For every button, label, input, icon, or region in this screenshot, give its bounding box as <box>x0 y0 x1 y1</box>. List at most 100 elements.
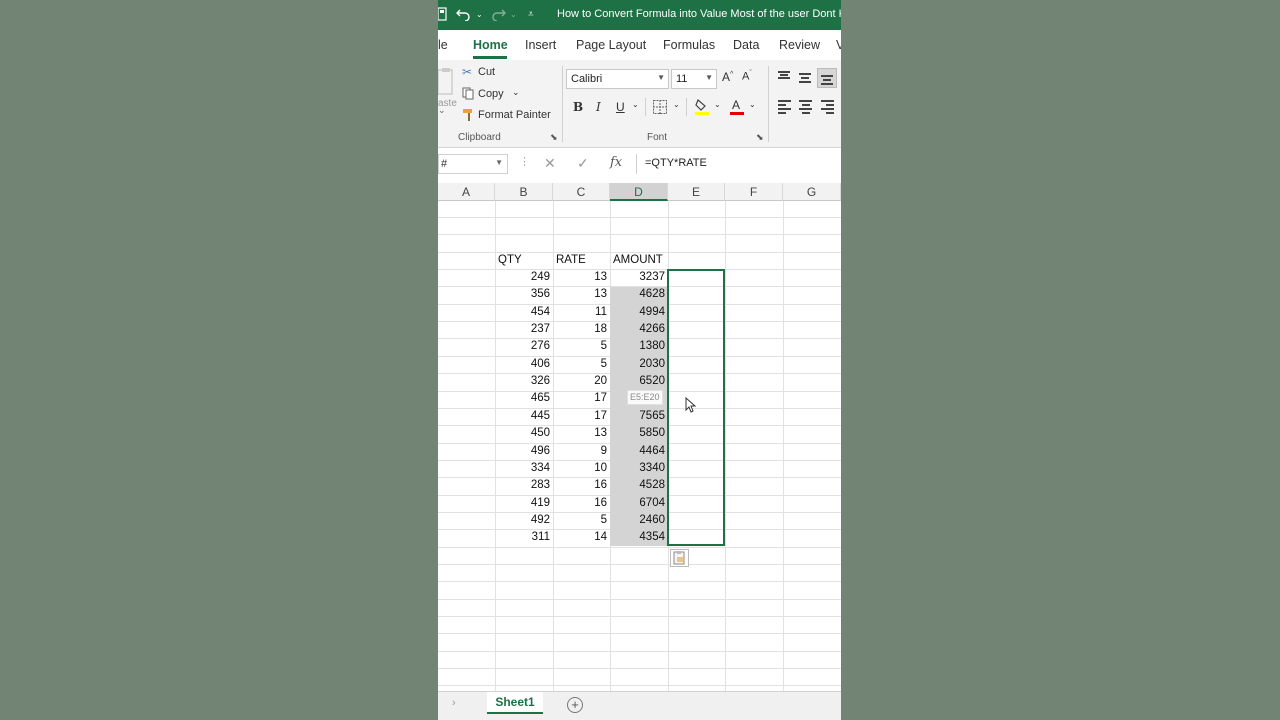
cell-qty[interactable]: 249 <box>495 269 553 286</box>
format-painter-button[interactable]: Format Painter <box>462 108 562 124</box>
cell-rate[interactable]: 11 <box>553 304 610 321</box>
header-qty[interactable]: QTY <box>495 252 553 269</box>
add-sheet-icon[interactable]: + <box>567 697 583 713</box>
tab-page-layout[interactable]: Page Layout <box>576 38 646 52</box>
tab-home[interactable]: Home <box>473 38 508 52</box>
undo-icon[interactable] <box>456 7 472 23</box>
cell-amount[interactable]: 5850 <box>610 425 668 442</box>
increase-font-size-icon[interactable]: A^ <box>722 70 733 84</box>
clipboard-launcher-icon[interactable]: ⬊ <box>550 132 558 143</box>
save-icon[interactable] <box>438 7 448 23</box>
column-header-f[interactable]: F <box>725 183 783 201</box>
bottom-align-button[interactable] <box>817 68 837 88</box>
column-header-a[interactable]: A <box>438 183 495 201</box>
align-left-button[interactable] <box>778 100 792 114</box>
cancel-icon[interactable]: ✕ <box>544 155 556 172</box>
cell-rate[interactable]: 9 <box>553 443 610 460</box>
cell-qty[interactable]: 406 <box>495 356 553 373</box>
cell-rate[interactable]: 14 <box>553 529 610 546</box>
cell-qty[interactable]: 450 <box>495 425 553 442</box>
cell-rate[interactable]: 16 <box>553 477 610 494</box>
copy-button[interactable]: Copy ⌄ <box>462 87 542 103</box>
column-header-c[interactable]: C <box>553 183 610 201</box>
cell-amount[interactable]: 2030 <box>610 356 668 373</box>
customize-toolbar-icon[interactable]: ⩡ <box>528 7 534 23</box>
redo-icon[interactable] <box>490 7 506 23</box>
cell-rate[interactable]: 5 <box>553 512 610 529</box>
cell-qty[interactable]: 445 <box>495 408 553 425</box>
cell-amount[interactable]: 1380 <box>610 338 668 355</box>
cell-amount[interactable]: 6704 <box>610 495 668 512</box>
cell-amount[interactable]: 3237 <box>610 269 668 286</box>
italic-button[interactable]: I <box>596 100 601 114</box>
copy-dropdown-icon[interactable]: ⌄ <box>512 87 520 98</box>
borders-dropdown-icon[interactable]: ⌄ <box>673 100 680 109</box>
cell-rate[interactable]: 13 <box>553 425 610 442</box>
cell-rate[interactable]: 5 <box>553 338 610 355</box>
formula-input[interactable]: =QTY*RATE <box>636 154 841 174</box>
cell-qty[interactable]: 465 <box>495 390 553 407</box>
font-size-select[interactable]: 11 ▼ <box>671 69 717 89</box>
cell-amount[interactable]: 7565 <box>610 408 668 425</box>
cell-rate[interactable]: 13 <box>553 286 610 303</box>
redo-dropdown-icon[interactable]: ⌄ <box>510 7 517 23</box>
middle-align-button[interactable] <box>799 72 813 84</box>
align-center-button[interactable] <box>799 100 813 114</box>
cell-amount[interactable]: 2460 <box>610 512 668 529</box>
cell-qty[interactable]: 334 <box>495 460 553 477</box>
tab-data[interactable]: Data <box>733 38 759 52</box>
sheet-nav-right-icon[interactable]: › <box>452 697 456 709</box>
header-amount[interactable]: AMOUNT <box>610 252 668 269</box>
align-right-button[interactable] <box>821 100 835 114</box>
fill-color-icon[interactable] <box>695 98 709 119</box>
cell-rate[interactable]: 5 <box>553 356 610 373</box>
font-launcher-icon[interactable]: ⬊ <box>756 132 764 143</box>
underline-dropdown-icon[interactable]: ⌄ <box>632 100 639 109</box>
cell-qty[interactable]: 276 <box>495 338 553 355</box>
undo-dropdown-icon[interactable]: ⌄ <box>476 7 483 23</box>
cell-qty[interactable]: 454 <box>495 304 553 321</box>
cell-rate[interactable]: 10 <box>553 460 610 477</box>
header-rate[interactable]: RATE <box>553 252 610 269</box>
tab-review[interactable]: Review <box>779 38 820 52</box>
cell-qty[interactable]: 311 <box>495 529 553 546</box>
cell-rate[interactable]: 18 <box>553 321 610 338</box>
tab-view[interactable]: V <box>836 38 841 52</box>
insert-function-icon[interactable]: fx <box>610 155 622 170</box>
column-header-e[interactable]: E <box>668 183 725 201</box>
tab-file[interactable]: le <box>438 38 448 52</box>
cell-qty[interactable]: 237 <box>495 321 553 338</box>
cell-amount[interactable]: 4528 <box>610 477 668 494</box>
cell-amount[interactable]: 4994 <box>610 304 668 321</box>
fill-color-dropdown-icon[interactable]: ⌄ <box>714 100 721 109</box>
more-options-icon[interactable]: ⋮ <box>519 155 530 168</box>
cut-button[interactable]: ✂ Cut <box>462 65 522 81</box>
cell-amount[interactable]: 3340 <box>610 460 668 477</box>
cell-qty[interactable]: 496 <box>495 443 553 460</box>
bold-button[interactable]: B <box>573 100 583 114</box>
top-align-button[interactable] <box>778 71 792 83</box>
tab-insert[interactable]: Insert <box>525 38 556 52</box>
cell-amount[interactable]: 4266 <box>610 321 668 338</box>
cell-rate[interactable]: 17 <box>553 408 610 425</box>
paste-options-icon[interactable] <box>670 549 689 567</box>
cell-qty[interactable]: 283 <box>495 477 553 494</box>
cell-rate[interactable]: 13 <box>553 269 610 286</box>
decrease-font-size-icon[interactable]: Aˇ <box>742 70 752 83</box>
font-color-dropdown-icon[interactable]: ⌄ <box>749 100 756 109</box>
sheet-tab-sheet1[interactable]: Sheet1 <box>487 692 543 714</box>
cell-amount[interactable]: 4464 <box>610 443 668 460</box>
cell-amount[interactable]: 4354 <box>610 529 668 546</box>
cell-qty[interactable]: 356 <box>495 286 553 303</box>
font-name-select[interactable]: Calibri ▼ <box>566 69 669 89</box>
column-header-g[interactable]: G <box>783 183 841 201</box>
enter-icon[interactable]: ✓ <box>577 155 589 172</box>
cell-qty[interactable]: 326 <box>495 373 553 390</box>
cell-amount[interactable]: 6520 <box>610 373 668 390</box>
worksheet-grid[interactable]: A B C D E F G QTY RATE AMOUNT 249 13 3237 3… <box>438 183 841 691</box>
tab-formulas[interactable]: Formulas <box>663 38 715 52</box>
underline-button[interactable]: U <box>616 100 625 114</box>
cell-rate[interactable]: 16 <box>553 495 610 512</box>
name-box[interactable]: # ▼ <box>438 154 508 174</box>
borders-icon[interactable] <box>653 100 667 117</box>
